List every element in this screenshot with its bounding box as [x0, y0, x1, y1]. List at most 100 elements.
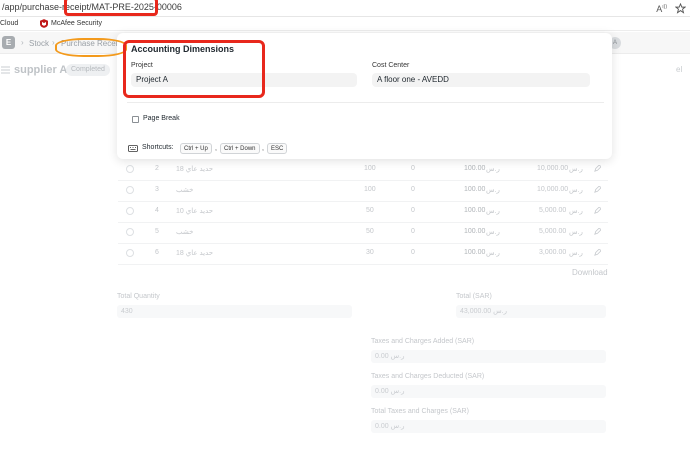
- total-value: 43,000.00: [460, 308, 492, 315]
- page-title: supplier A: [14, 64, 68, 76]
- row-amount: 10,000.00: [537, 165, 569, 172]
- row-zero: 0: [411, 228, 415, 235]
- taxes-deducted-field: 0.00 ر.س: [371, 385, 606, 398]
- taxes-added-field: 0.00 ر.س: [371, 350, 606, 363]
- row-qty: 100: [364, 186, 376, 193]
- row-rate: 100.00: [464, 207, 486, 214]
- breadcrumb-chevron-icon: ›: [21, 38, 24, 47]
- row-qty: 50: [366, 228, 374, 235]
- row-checkbox[interactable]: [126, 186, 134, 194]
- row-rate: 100.00: [464, 249, 486, 256]
- row-checkbox[interactable]: [126, 207, 134, 215]
- bookmark-mcafee[interactable]: McAfee Security: [40, 19, 102, 28]
- annotation-red-project-highlight: [123, 40, 265, 98]
- row-amount-currency: ر.س: [569, 187, 583, 194]
- row-number: 3: [155, 186, 159, 193]
- shortcut-separator: ,: [262, 145, 264, 152]
- row-rate: 100.00: [464, 186, 486, 193]
- row-amount-currency: ر.س: [569, 166, 583, 173]
- row-rate: 100.00: [464, 228, 486, 235]
- row-checkbox[interactable]: [126, 228, 134, 236]
- taxes-added-currency: ر.س: [390, 353, 405, 360]
- bookmark-cloud[interactable]: Cloud: [0, 20, 18, 27]
- keyboard-icon: [128, 145, 138, 152]
- total-quantity-label: Total Quantity: [117, 293, 160, 300]
- shortcut-ctrl-up: Ctrl + Up: [180, 143, 212, 154]
- page-break-label: Page Break: [143, 115, 180, 122]
- address-bar-icons: Aı)): [656, 1, 686, 16]
- row-amount: 5,000.00: [539, 207, 567, 214]
- edit-icon[interactable]: [594, 207, 601, 214]
- bookmarks-bar: Cloud McAfee Security: [0, 17, 690, 31]
- edit-icon[interactable]: [594, 186, 601, 193]
- annotation-red-url-highlight: [64, 0, 158, 16]
- row-amount-currency: ر.س: [569, 250, 583, 257]
- row-amount: 10,000.00: [537, 186, 569, 193]
- hamburger-icon[interactable]: [1, 66, 10, 74]
- shortcut-ctrl-down: Ctrl + Down: [220, 143, 260, 154]
- row-zero: 0: [411, 249, 415, 256]
- total-taxes-value: 0.00: [375, 423, 389, 430]
- total-currency: ر.س: [493, 308, 507, 315]
- row-item: حديد عاي 18: [176, 166, 214, 173]
- row-item: خشب: [176, 187, 194, 194]
- row-amount-currency: ر.س: [569, 208, 583, 215]
- reader-icon[interactable]: Aı)): [656, 4, 667, 14]
- app-logo[interactable]: E: [2, 36, 15, 49]
- total-label: Total (SAR): [456, 293, 492, 300]
- row-qty: 30: [366, 249, 374, 256]
- row-item: حديد عاي 10: [176, 208, 214, 215]
- row-number: 2: [155, 165, 159, 172]
- row-rate: 100.00: [464, 165, 486, 172]
- star-icon[interactable]: [675, 3, 686, 14]
- row-zero: 0: [411, 207, 415, 214]
- edit-icon[interactable]: [594, 228, 601, 235]
- row-zero: 0: [411, 186, 415, 193]
- taxes-deducted-value: 0.00: [375, 388, 389, 395]
- row-amount: 3,000.00: [539, 249, 567, 256]
- row-rate-currency: ر.س: [486, 208, 500, 215]
- row-rate-currency: ر.س: [486, 250, 500, 257]
- total-quantity-field: 430: [117, 305, 352, 318]
- row-checkbox[interactable]: [126, 249, 134, 257]
- modal-divider: [127, 102, 604, 103]
- row-number: 5: [155, 228, 159, 235]
- download-button[interactable]: Download: [572, 268, 608, 277]
- taxes-added-label: Taxes and Charges Added (SAR): [371, 338, 475, 345]
- cost-center-input[interactable]: A floor one - AVEDD: [372, 73, 590, 87]
- row-item: خشب: [176, 229, 194, 236]
- shortcut-esc: ESC: [267, 143, 288, 154]
- row-checkbox[interactable]: [126, 165, 134, 173]
- edit-icon[interactable]: [594, 165, 601, 172]
- total-taxes-currency: ر.س: [390, 423, 405, 430]
- row-amount: 5,000.00: [539, 228, 567, 235]
- header-action-partial[interactable]: el: [676, 65, 682, 74]
- table-row[interactable]: 4 حديد عاي 10 50 0 100.00 ر.س 5,000.00 ر…: [118, 202, 608, 223]
- row-qty: 100: [364, 165, 376, 172]
- taxes-deducted-currency: ر.س: [390, 388, 405, 395]
- row-amount-currency: ر.س: [569, 229, 583, 236]
- row-rate-currency: ر.س: [486, 166, 500, 173]
- table-row[interactable]: 3 خشب 100 0 100.00 ر.س 10,000.00 ر.س: [118, 181, 608, 202]
- table-row[interactable]: 6 حديد عاي 18 30 0 100.00 ر.س 3,000.00 ر…: [118, 244, 608, 265]
- bookmark-mcafee-label: McAfee Security: [51, 20, 102, 27]
- mcafee-shield-icon: [40, 19, 48, 28]
- table-row[interactable]: 2 حديد عاي 18 100 0 100.00 ر.س 10,000.00…: [118, 160, 608, 181]
- shortcut-separator: ,: [215, 145, 217, 152]
- breadcrumb-stock[interactable]: Stock: [29, 39, 49, 48]
- total-taxes-field: 0.00 ر.س: [371, 420, 606, 433]
- page-break-checkbox[interactable]: [132, 116, 139, 123]
- taxes-deducted-label: Taxes and Charges Deducted (SAR): [371, 373, 485, 380]
- row-rate-currency: ر.س: [486, 229, 500, 236]
- row-rate-currency: ر.س: [486, 187, 500, 194]
- row-zero: 0: [411, 165, 415, 172]
- row-number: 4: [155, 207, 159, 214]
- row-number: 6: [155, 249, 159, 256]
- shortcuts-label: Shortcuts:: [142, 144, 174, 151]
- status-badge: Completed: [66, 64, 110, 76]
- edit-icon[interactable]: [594, 249, 601, 256]
- annotation-orange-breadcrumb-highlight: [55, 38, 127, 57]
- table-row[interactable]: 5 خشب 50 0 100.00 ر.س 5,000.00 ر.س: [118, 223, 608, 244]
- total-field: 43,000.00 ر.س: [456, 305, 606, 318]
- row-item: حديد عاي 18: [176, 250, 214, 257]
